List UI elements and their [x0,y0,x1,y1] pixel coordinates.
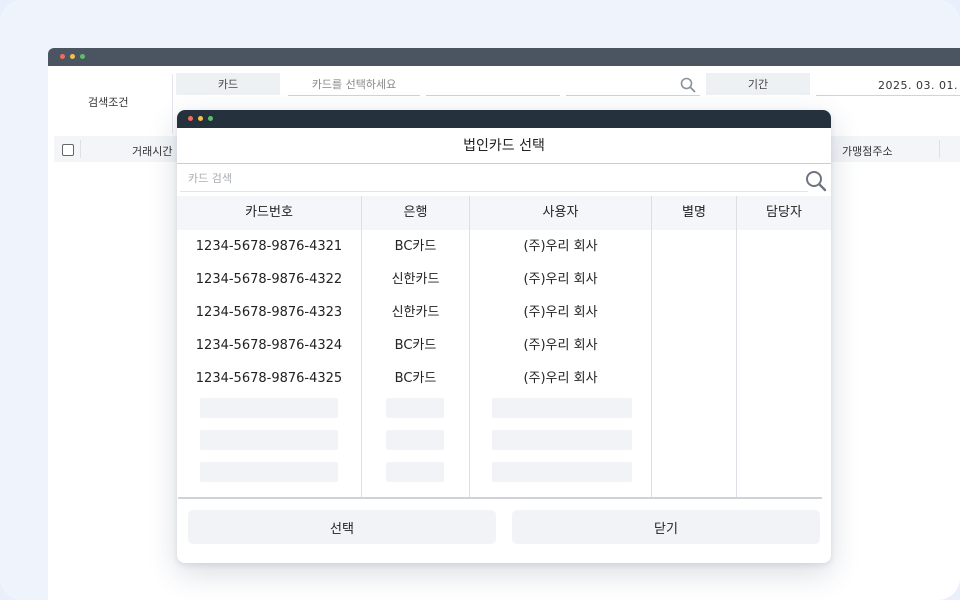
header-bank[interactable]: 은행 [362,196,469,230]
placeholder-cell [386,398,444,418]
window-controls [60,54,85,59]
close-dot-icon[interactable] [60,54,65,59]
header-user[interactable]: 사용자 [470,196,651,230]
select-button[interactable]: 선택 [188,510,496,544]
card-search-input[interactable] [180,165,808,192]
placeholder-cell [492,430,632,450]
maximize-dot-icon[interactable] [80,54,85,59]
title-divider [177,163,831,164]
table-bottom-border [178,497,822,499]
card-number-cell: 1234-5678-9876-4323 [195,305,343,320]
placeholder-cell [200,462,338,482]
card-select-field-2[interactable] [426,73,560,96]
header-time[interactable]: 거래시간 [132,143,172,159]
user-cell: (주)우리 회사 [523,371,598,386]
card-select-field[interactable]: 카드를 선택하세요 [288,73,420,96]
table-row[interactable]: 1234-5678-9876-4323 신한카드 (주)우리 회사 [177,296,831,329]
header-card-number[interactable]: 카드번호 [177,196,361,230]
select-all-checkbox[interactable] [62,144,74,156]
card-number-cell: 1234-5678-9876-4325 [195,371,343,386]
search-icon[interactable] [680,77,696,93]
minimize-dot-icon[interactable] [198,116,203,121]
card-number-cell: 1234-5678-9876-4322 [195,272,343,287]
placeholder-cell [386,430,444,450]
header-manager[interactable]: 담당자 [737,196,831,230]
user-cell: (주)우리 회사 [523,305,598,320]
condition-divider [172,74,173,134]
bank-cell: 신한카드 [391,272,440,287]
table-row[interactable]: 1234-5678-9876-4325 BC카드 (주)우리 회사 [177,362,831,395]
user-cell: (주)우리 회사 [523,272,598,287]
placeholder-cell [200,398,338,418]
period-filter-label: 기간 [706,73,810,95]
header-merchant-address[interactable]: 가맹점주소 [842,143,893,159]
close-dot-icon[interactable] [188,116,193,121]
dialog-window-controls [188,116,213,121]
placeholder-cell [492,462,632,482]
search-icon[interactable] [804,169,828,193]
user-cell: (주)우리 회사 [523,338,598,353]
table-header: 카드번호 은행 사용자 별명 담당자 [177,196,831,230]
period-start-value: 2025. 03. 01. [878,79,958,92]
minimize-dot-icon[interactable] [70,54,75,59]
dialog-titlebar [177,110,831,128]
bank-cell: BC카드 [394,371,437,386]
card-number-cell: 1234-5678-9876-4324 [195,338,343,353]
user-cell: (주)우리 회사 [523,239,598,254]
placeholder-cell [200,430,338,450]
column-divider [939,140,940,158]
background-titlebar [48,48,960,66]
close-button[interactable]: 닫기 [512,510,820,544]
table-row[interactable]: 1234-5678-9876-4324 BC카드 (주)우리 회사 [177,329,831,362]
column-divider [80,140,81,158]
dialog-title: 법인카드 선택 [463,138,545,154]
bank-cell: BC카드 [394,239,437,254]
card-table: 카드번호 은행 사용자 별명 담당자 1234-5678-9876-4321 B… [177,196,831,498]
header-nickname[interactable]: 별명 [652,196,736,230]
placeholder-cell [386,462,444,482]
table-row[interactable]: 1234-5678-9876-4321 BC카드 (주)우리 회사 [177,230,831,263]
bank-cell: BC카드 [394,338,437,353]
corporate-card-select-dialog: 법인카드 선택 카드번호 은행 사용자 별명 담당자 1234-5678-987… [177,110,831,563]
placeholder-cell [492,398,632,418]
card-number-cell: 1234-5678-9876-4321 [195,239,343,254]
bank-cell: 신한카드 [391,305,440,320]
maximize-dot-icon[interactable] [208,116,213,121]
table-row[interactable]: 1234-5678-9876-4322 신한카드 (주)우리 회사 [177,263,831,296]
card-filter-label: 카드 [176,73,280,95]
search-condition-label: 검색조건 [88,96,129,109]
screen: 검색조건 카드 카드를 선택하세요 기간 2025. 03. 01. 거래시간 … [0,0,960,600]
